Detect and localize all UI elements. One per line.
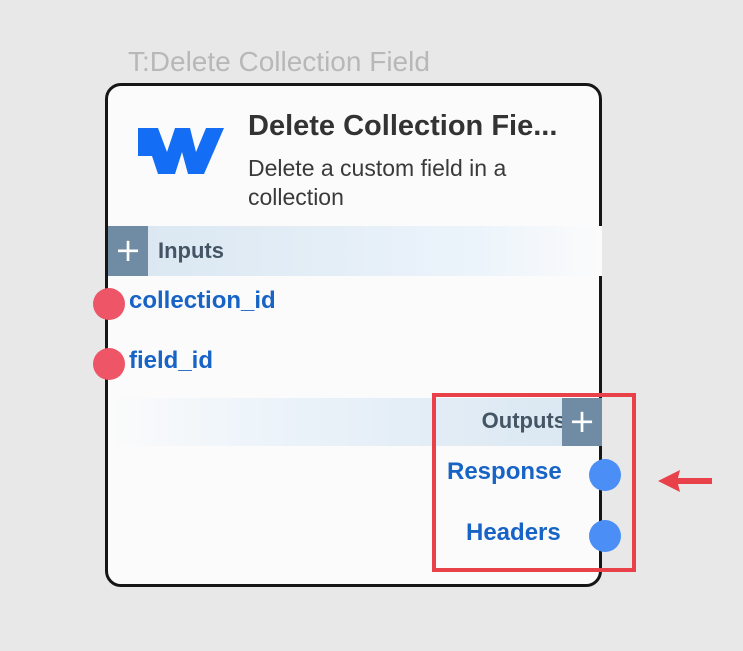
inputs-section-header: + Inputs — [108, 226, 602, 276]
input-label-field-id: field_id — [129, 347, 214, 374]
node-title: Delete Collection Fie... — [248, 110, 558, 142]
webflow-logo-icon — [138, 128, 224, 174]
input-label-collection-id: collection_id — [129, 287, 276, 314]
node-type-label: T:Delete Collection Field — [128, 46, 430, 77]
input-port-field-id[interactable] — [93, 348, 125, 380]
inputs-section-label: Inputs — [158, 238, 224, 263]
outputs-highlight-box — [432, 393, 636, 572]
node-description: Delete a custom field in a collection — [248, 155, 507, 210]
input-port-collection-id[interactable] — [93, 288, 125, 320]
add-input-button[interactable]: + — [108, 226, 148, 276]
left-arrow-icon — [658, 470, 712, 492]
